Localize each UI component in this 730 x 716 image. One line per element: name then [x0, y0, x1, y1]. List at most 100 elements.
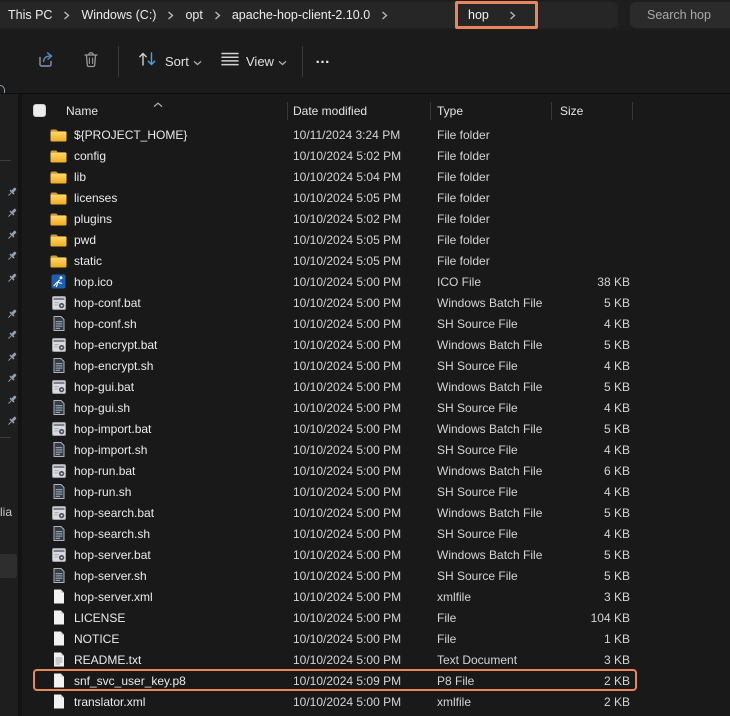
file-row[interactable]: hop-run.sh10/10/2024 5:00 PMSH Source Fi…: [22, 481, 730, 502]
file-row[interactable]: hop-encrypt.sh10/10/2024 5:00 PMSH Sourc…: [22, 355, 730, 376]
column-header-name[interactable]: Name: [66, 104, 98, 118]
file-name-cell[interactable]: hop.ico: [50, 274, 287, 289]
view-button[interactable]: View: [221, 30, 287, 93]
file-row[interactable]: hop-gui.sh10/10/2024 5:00 PMSH Source Fi…: [22, 397, 730, 418]
file-name: hop-server.sh: [74, 569, 147, 583]
file-name-cell[interactable]: static: [50, 254, 287, 268]
file-name: hop-server.xml: [74, 590, 153, 604]
column-header-size[interactable]: Size: [560, 104, 583, 118]
file-row[interactable]: hop.ico10/10/2024 5:00 PMICO File38 KB: [22, 271, 730, 292]
file-row[interactable]: pwd10/10/2024 5:05 PMFile folder: [22, 229, 730, 250]
file-row[interactable]: hop-server.bat10/10/2024 5:00 PMWindows …: [22, 544, 730, 565]
column-resize-handle[interactable]: [430, 102, 431, 120]
file-name-cell[interactable]: hop-gui.bat: [50, 380, 287, 394]
column-header-type[interactable]: Type: [437, 104, 463, 118]
file-name-cell[interactable]: hop-encrypt.bat: [50, 338, 287, 352]
column-header-date[interactable]: Date modified: [293, 104, 367, 118]
batch-file-icon: [50, 380, 67, 394]
annotation-highlight-file: [33, 669, 637, 691]
file-name: hop-import.bat: [74, 422, 151, 436]
breadcrumb-windows-c[interactable]: Windows (C:): [75, 8, 162, 22]
file-type-cell: Windows Batch File: [430, 338, 551, 352]
file-row[interactable]: licenses10/10/2024 5:05 PMFile folder: [22, 187, 730, 208]
chevron-down-icon: [278, 53, 287, 71]
file-date-cell: 10/10/2024 5:00 PM: [287, 506, 430, 520]
file-date-cell: 10/10/2024 5:00 PM: [287, 632, 430, 646]
file-type-cell: File: [430, 611, 551, 625]
file-row[interactable]: hop-server.xml10/10/2024 5:00 PMxmlfile3…: [22, 586, 730, 607]
file-name-cell[interactable]: hop-search.bat: [50, 506, 287, 520]
search-input[interactable]: Search hop: [630, 2, 730, 28]
file-name-cell[interactable]: hop-conf.bat: [50, 296, 287, 310]
breadcrumb-bar: This PC Windows (C:) opt apache-hop-clie…: [0, 0, 730, 30]
breadcrumb-apache-hop-client[interactable]: apache-hop-client-2.10.0: [226, 8, 376, 22]
file-row[interactable]: hop-conf.sh10/10/2024 5:00 PMSH Source F…: [22, 313, 730, 334]
file-size-cell: 5 KB: [551, 548, 632, 562]
file-date-cell: 10/10/2024 5:00 PM: [287, 380, 430, 394]
file-row[interactable]: hop-gui.bat10/10/2024 5:00 PMWindows Bat…: [22, 376, 730, 397]
file-name-cell[interactable]: LICENSE: [50, 610, 287, 625]
file-name-cell[interactable]: hop-conf.sh: [50, 316, 287, 331]
file-row[interactable]: hop-import.sh10/10/2024 5:00 PMSH Source…: [22, 439, 730, 460]
file-row[interactable]: hop-search.sh10/10/2024 5:00 PMSH Source…: [22, 523, 730, 544]
batch-file-icon: [50, 548, 67, 562]
file-row[interactable]: hop-conf.bat10/10/2024 5:00 PMWindows Ba…: [22, 292, 730, 313]
file-date-cell: 10/10/2024 5:04 PM: [287, 170, 430, 184]
file-row[interactable]: static10/10/2024 5:05 PMFile folder: [22, 250, 730, 271]
file-name-cell[interactable]: licenses: [50, 191, 287, 205]
select-all-checkbox[interactable]: [33, 104, 46, 117]
file-row[interactable]: hop-run.bat10/10/2024 5:00 PMWindows Bat…: [22, 460, 730, 481]
file-name-cell[interactable]: hop-server.sh: [50, 568, 287, 583]
breadcrumb-this-pc[interactable]: This PC: [2, 8, 58, 22]
pushpin-icon: [6, 393, 18, 405]
file-name-cell[interactable]: ${PROJECT_HOME}: [50, 128, 287, 142]
file-row[interactable]: README.txt10/10/2024 5:00 PMText Documen…: [22, 649, 730, 670]
file-name-cell[interactable]: hop-search.sh: [50, 526, 287, 541]
file-name: config: [74, 149, 106, 163]
file-row[interactable]: hop-import.bat10/10/2024 5:00 PMWindows …: [22, 418, 730, 439]
share-button[interactable]: [37, 30, 56, 93]
file-size-cell: 4 KB: [551, 485, 632, 499]
sort-button[interactable]: Sort: [137, 30, 202, 93]
file-name-cell[interactable]: pwd: [50, 233, 287, 247]
file-name: hop-run.bat: [74, 464, 135, 478]
file-row[interactable]: translator.xml10/10/2024 5:00 PMxmlfile2…: [22, 691, 730, 712]
page-icon: [50, 610, 67, 625]
file-name-cell[interactable]: hop-encrypt.sh: [50, 358, 287, 373]
file-row[interactable]: ${PROJECT_HOME}10/11/2024 3:24 PMFile fo…: [22, 124, 730, 145]
nav-selected-item-highlight[interactable]: [0, 554, 17, 578]
file-name: pwd: [74, 233, 96, 247]
file-name-cell[interactable]: README.txt: [50, 652, 287, 667]
batch-file-icon: [50, 422, 67, 436]
column-resize-handle[interactable]: [287, 102, 288, 120]
file-type-cell: File: [430, 632, 551, 646]
file-row[interactable]: config10/10/2024 5:02 PMFile folder: [22, 145, 730, 166]
file-type-cell: xmlfile: [430, 695, 551, 709]
file-row[interactable]: lib10/10/2024 5:04 PMFile folder: [22, 166, 730, 187]
file-name-cell[interactable]: hop-server.bat: [50, 548, 287, 562]
file-name-cell[interactable]: hop-import.bat: [50, 422, 287, 436]
file-row[interactable]: hop-server.sh10/10/2024 5:00 PMSH Source…: [22, 565, 730, 586]
file-row[interactable]: plugins10/10/2024 5:02 PMFile folder: [22, 208, 730, 229]
file-name-cell[interactable]: hop-import.sh: [50, 442, 287, 457]
file-name-cell[interactable]: config: [50, 149, 287, 163]
file-name-cell[interactable]: plugins: [50, 212, 287, 226]
file-name-cell[interactable]: NOTICE: [50, 631, 287, 646]
file-row[interactable]: LICENSE10/10/2024 5:00 PMFile104 KB: [22, 607, 730, 628]
file-row[interactable]: hop-encrypt.bat10/10/2024 5:00 PMWindows…: [22, 334, 730, 355]
file-name-cell[interactable]: hop-run.sh: [50, 484, 287, 499]
file-row[interactable]: NOTICE10/10/2024 5:00 PMFile1 KB: [22, 628, 730, 649]
shell-script-icon: [50, 568, 67, 583]
delete-button[interactable]: [82, 30, 100, 93]
column-resize-handle[interactable]: [632, 102, 633, 120]
file-name-cell[interactable]: hop-run.bat: [50, 464, 287, 478]
column-resize-handle[interactable]: [551, 102, 552, 120]
file-row[interactable]: hop-search.bat10/10/2024 5:00 PMWindows …: [22, 502, 730, 523]
file-name-cell[interactable]: hop-gui.sh: [50, 400, 287, 415]
file-name-cell[interactable]: hop-server.xml: [50, 589, 287, 604]
file-date-cell: 10/10/2024 5:00 PM: [287, 590, 430, 604]
breadcrumb-opt[interactable]: opt: [179, 8, 208, 22]
file-name-cell[interactable]: lib: [50, 170, 287, 184]
file-name-cell[interactable]: translator.xml: [50, 694, 287, 709]
see-more-button[interactable]: …: [315, 30, 333, 93]
